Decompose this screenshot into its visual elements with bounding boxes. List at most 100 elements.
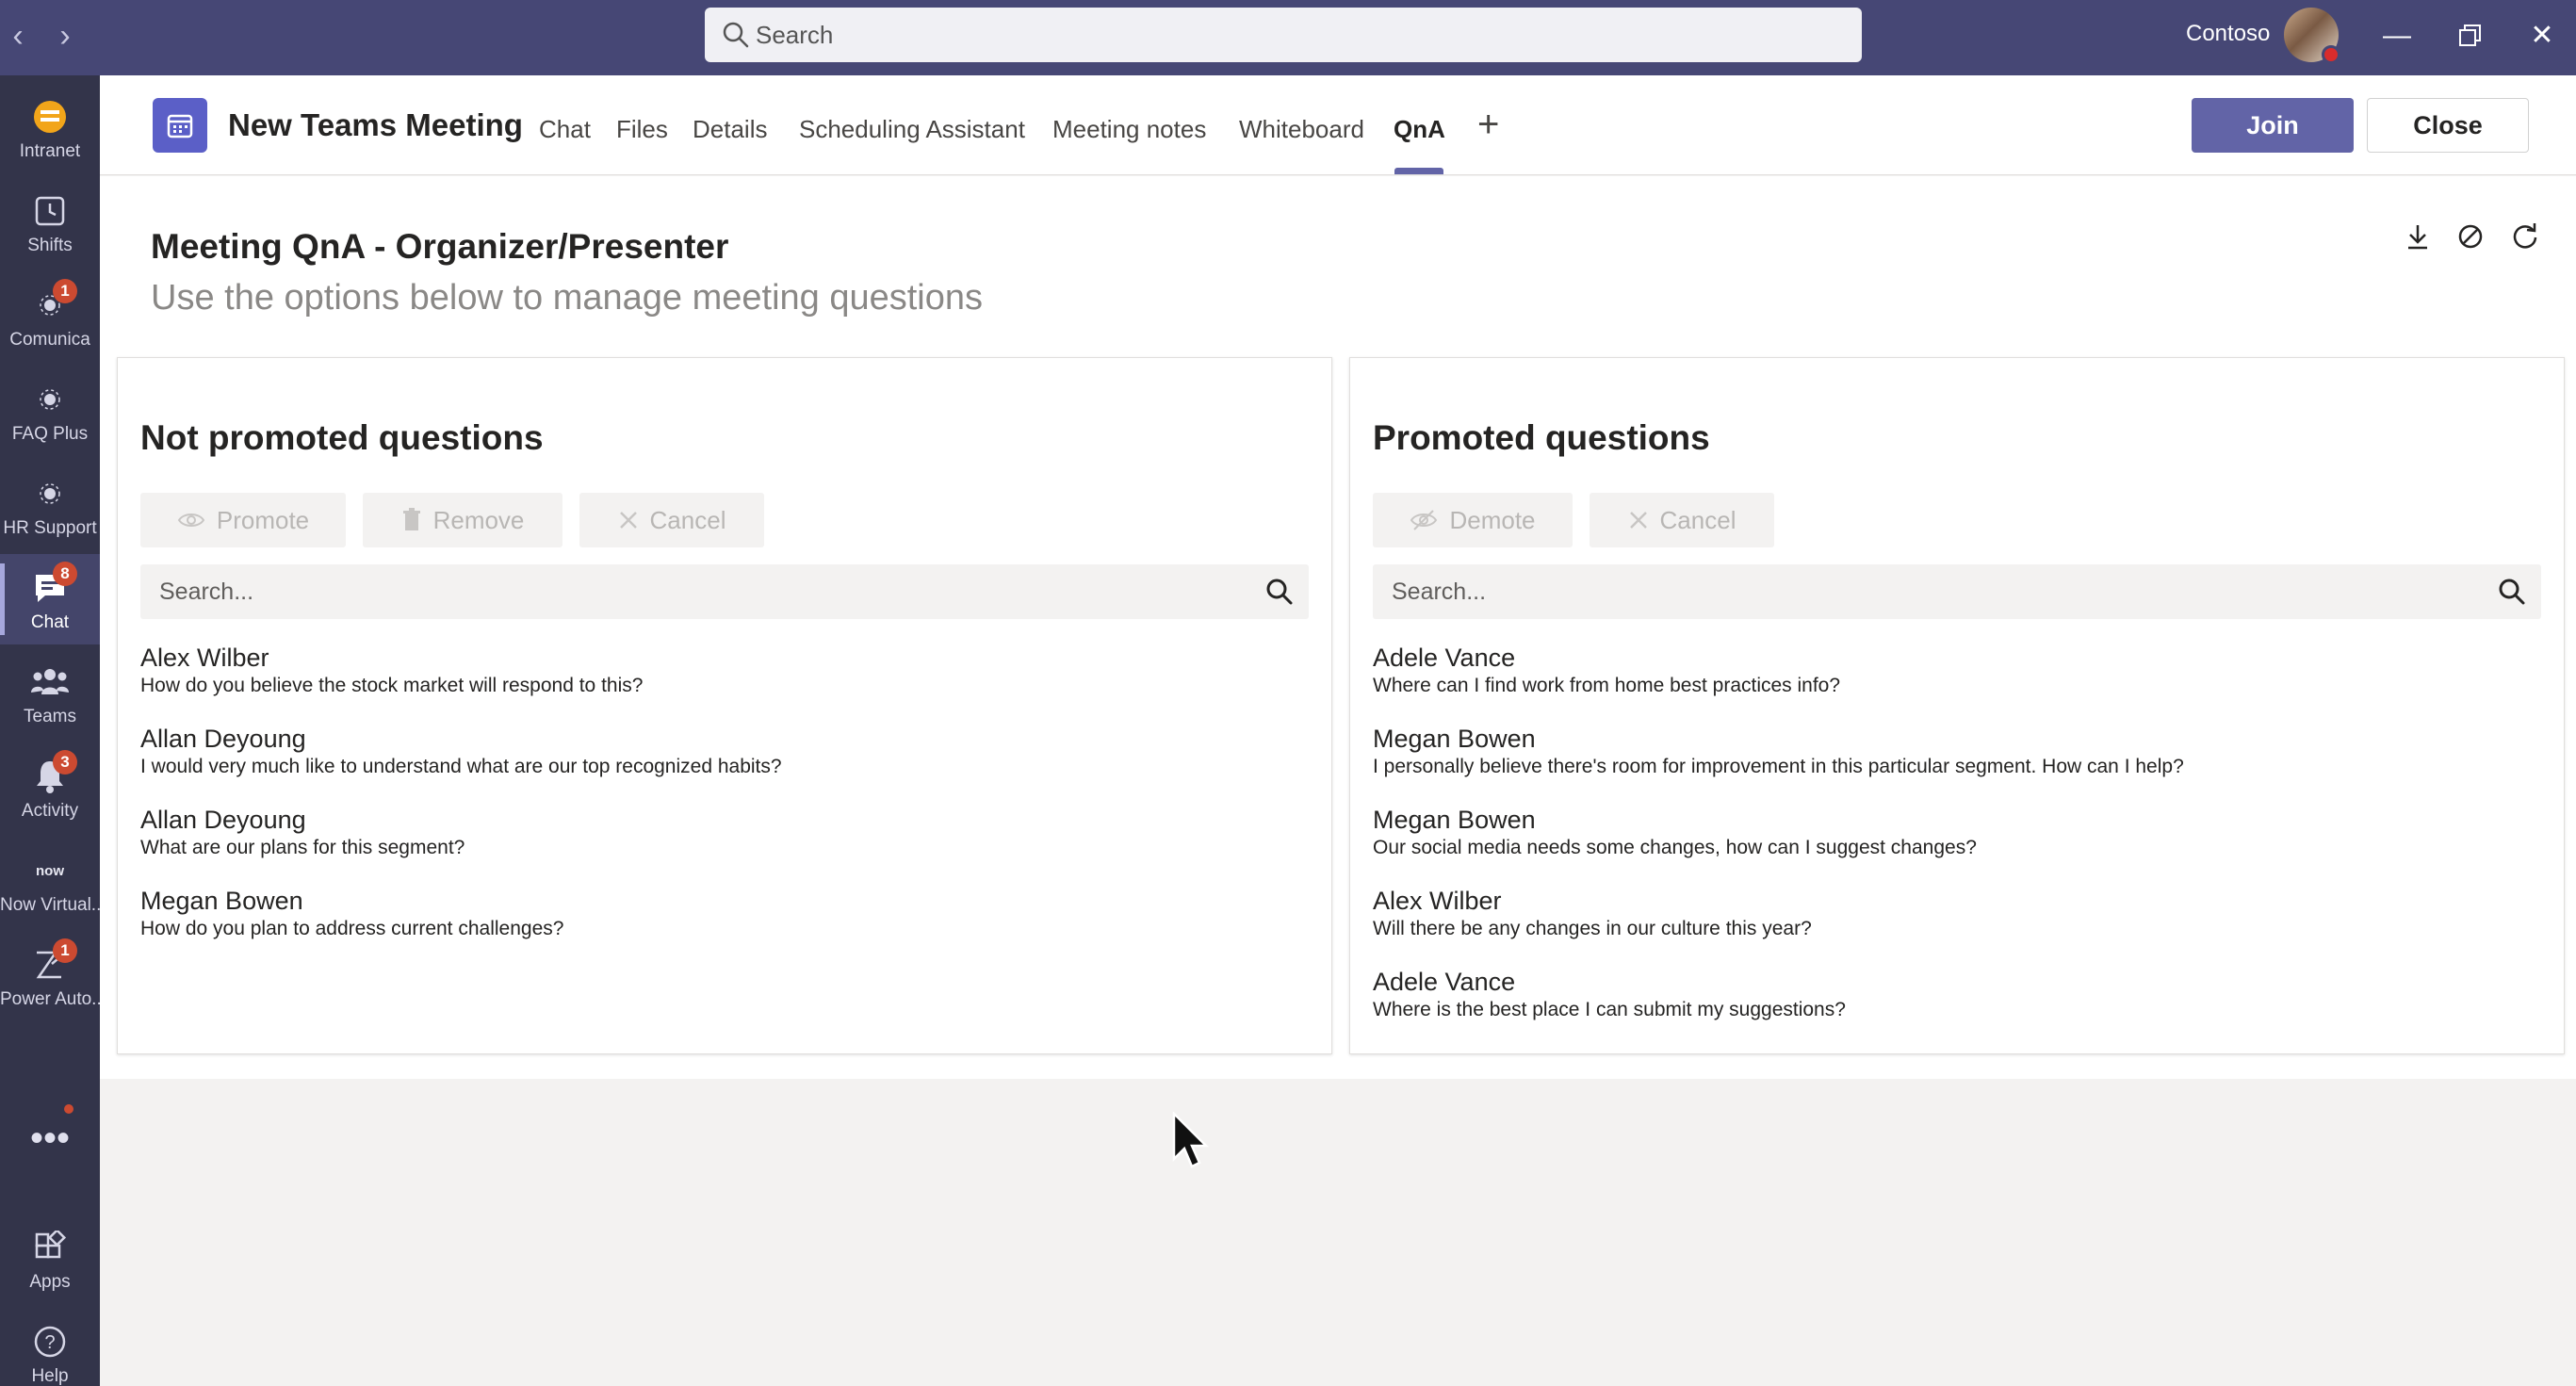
rail-label: Power Auto... bbox=[0, 989, 100, 1009]
question-text: How do you believe the stock market will… bbox=[140, 675, 644, 696]
tab-chat[interactable]: Chat bbox=[539, 115, 591, 144]
meeting-title: New Teams Meeting bbox=[228, 107, 523, 142]
rail-item-intranet[interactable]: Intranet bbox=[0, 83, 100, 173]
more-apps-icon[interactable]: ••• bbox=[0, 1119, 100, 1157]
qna-title: Meeting QnA - Organizer/Presenter bbox=[151, 227, 729, 266]
rail-item-help[interactable]: ? Help bbox=[0, 1308, 100, 1386]
close-button[interactable]: Close bbox=[2367, 98, 2529, 153]
active-tab-indicator bbox=[1394, 168, 1443, 174]
forward-arrow-icon[interactable]: › bbox=[51, 17, 79, 55]
search-icon[interactable] bbox=[1264, 576, 1296, 608]
tab-scheduling-assistant[interactable]: Scheduling Assistant bbox=[799, 115, 1025, 144]
user-avatar[interactable] bbox=[2284, 8, 2340, 64]
minimize-icon[interactable]: — bbox=[2376, 15, 2418, 57]
search-placeholder: Search... bbox=[159, 579, 254, 605]
back-arrow-icon[interactable]: ‹ bbox=[4, 17, 32, 55]
title-bar: ‹ › Search Contoso — ✕ bbox=[0, 0, 2576, 75]
refresh-icon[interactable] bbox=[2506, 218, 2544, 255]
question-item[interactable]: Allan Deyoung What are our plans for thi… bbox=[140, 805, 1309, 861]
rail-item-now-virtual[interactable]: now Now Virtual... bbox=[0, 837, 100, 927]
calendar-icon bbox=[153, 98, 207, 153]
trash-icon bbox=[402, 508, 420, 530]
faq-plus-icon bbox=[29, 379, 71, 420]
question-text: Where can I find work from home best pra… bbox=[1373, 675, 1841, 696]
question-item[interactable]: Adele Vance Where is the best place I ca… bbox=[1373, 967, 2541, 1023]
notification-badge: 1 bbox=[53, 938, 77, 963]
demote-button[interactable]: Demote bbox=[1373, 493, 1573, 547]
rail-item-hr-support[interactable]: HR Support bbox=[0, 460, 100, 550]
rail-item-comunica[interactable]: 1 Comunica bbox=[0, 271, 100, 362]
cancel-label: Cancel bbox=[1659, 505, 1736, 534]
remove-button[interactable]: Remove bbox=[363, 493, 562, 547]
qna-subtitle: Use the options below to manage meeting … bbox=[151, 278, 983, 318]
question-text: Our social media needs some changes, how… bbox=[1373, 837, 1977, 858]
rail-label: Now Virtual... bbox=[0, 895, 100, 915]
rail-item-faq-plus[interactable]: FAQ Plus bbox=[0, 366, 100, 456]
question-text: What are our plans for this segment? bbox=[140, 837, 465, 858]
presence-busy-icon bbox=[2322, 45, 2340, 64]
rail-item-power-automate[interactable]: 1 Power Auto... bbox=[0, 931, 100, 1021]
question-item[interactable]: Megan Bowen I personally believe there's… bbox=[1373, 724, 2541, 780]
promoted-search-input[interactable]: Search... bbox=[1373, 564, 2541, 619]
tab-files[interactable]: Files bbox=[616, 115, 668, 144]
promote-button[interactable]: Promote bbox=[140, 493, 346, 547]
rail-item-shifts[interactable]: Shifts bbox=[0, 177, 100, 268]
tenant-name[interactable]: Contoso bbox=[2186, 21, 2270, 47]
add-tab-icon[interactable]: + bbox=[1477, 104, 1499, 146]
tab-details[interactable]: Details bbox=[693, 115, 767, 144]
rail-label: HR Support bbox=[3, 518, 97, 538]
not-promoted-search-input[interactable]: Search... bbox=[140, 564, 1309, 619]
rail-item-activity[interactable]: 3 Activity bbox=[0, 742, 100, 833]
search-placeholder: Search... bbox=[1392, 579, 1487, 605]
block-icon[interactable] bbox=[2452, 218, 2489, 255]
help-icon: ? bbox=[29, 1321, 71, 1362]
now-virtual-icon: now bbox=[36, 862, 64, 879]
question-text: I would very much like to understand wha… bbox=[140, 756, 782, 777]
download-icon[interactable] bbox=[2399, 218, 2437, 255]
tab-meeting-notes[interactable]: Meeting notes bbox=[1052, 115, 1206, 144]
rail-label: Teams bbox=[24, 707, 76, 726]
global-search-placeholder: Search bbox=[756, 21, 834, 49]
restore-icon[interactable] bbox=[2450, 15, 2491, 57]
rail-item-apps[interactable]: Apps bbox=[0, 1214, 100, 1304]
question-item[interactable]: Megan Bowen How do you plan to address c… bbox=[140, 886, 1309, 942]
question-item[interactable]: Alex Wilber How do you believe the stock… bbox=[140, 643, 1309, 699]
question-item[interactable]: Alex Wilber Will there be any changes in… bbox=[1373, 886, 2541, 942]
question-item[interactable]: Megan Bowen Our social media needs some … bbox=[1373, 805, 2541, 861]
remove-label: Remove bbox=[432, 505, 525, 534]
rail-label: Activity bbox=[21, 801, 79, 821]
promoted-panel: Promoted questions Demote Cancel Search.… bbox=[1349, 357, 2565, 1054]
question-item[interactable]: Adele Vance Where can I find work from h… bbox=[1373, 643, 2541, 699]
more-apps-dot-indicator bbox=[64, 1104, 73, 1114]
cancel-button[interactable]: Cancel bbox=[1590, 493, 1774, 547]
question-text: I personally believe there's room for im… bbox=[1373, 756, 2184, 777]
tab-whiteboard[interactable]: Whiteboard bbox=[1239, 115, 1364, 144]
rail-label: Help bbox=[31, 1366, 69, 1386]
rail-label: Apps bbox=[29, 1272, 71, 1292]
search-icon[interactable] bbox=[2496, 576, 2528, 608]
intranet-icon bbox=[29, 96, 71, 138]
meeting-header: New Teams Meeting Chat Files Details Sch… bbox=[100, 75, 2576, 175]
not-promoted-title: Not promoted questions bbox=[140, 418, 544, 457]
rail-label: Comunica bbox=[9, 330, 90, 350]
rail-label: FAQ Plus bbox=[11, 424, 89, 444]
question-item[interactable]: Allan Deyoung I would very much like to … bbox=[140, 724, 1309, 780]
join-button[interactable]: Join bbox=[2192, 98, 2354, 153]
notification-badge: 1 bbox=[53, 279, 77, 303]
promote-label: Promote bbox=[216, 505, 310, 534]
shifts-icon bbox=[29, 190, 71, 232]
rail-label: Intranet bbox=[19, 141, 81, 161]
question-author: Megan Bowen bbox=[1373, 806, 1536, 834]
question-author: Alex Wilber bbox=[1373, 887, 1502, 915]
tab-qna[interactable]: QnA bbox=[1394, 115, 1445, 144]
svg-text:?: ? bbox=[44, 1332, 55, 1353]
rail-item-teams[interactable]: Teams bbox=[0, 648, 100, 739]
close-icon bbox=[1629, 512, 1647, 529]
rail-item-chat[interactable]: 8 Chat bbox=[0, 554, 100, 644]
question-text: How do you plan to address current chall… bbox=[140, 918, 564, 939]
global-search-input[interactable]: Search bbox=[705, 8, 1862, 62]
teams-icon bbox=[29, 661, 71, 703]
close-window-icon[interactable]: ✕ bbox=[2521, 15, 2563, 57]
cancel-button[interactable]: Cancel bbox=[579, 493, 764, 547]
hr-support-icon bbox=[29, 473, 71, 514]
